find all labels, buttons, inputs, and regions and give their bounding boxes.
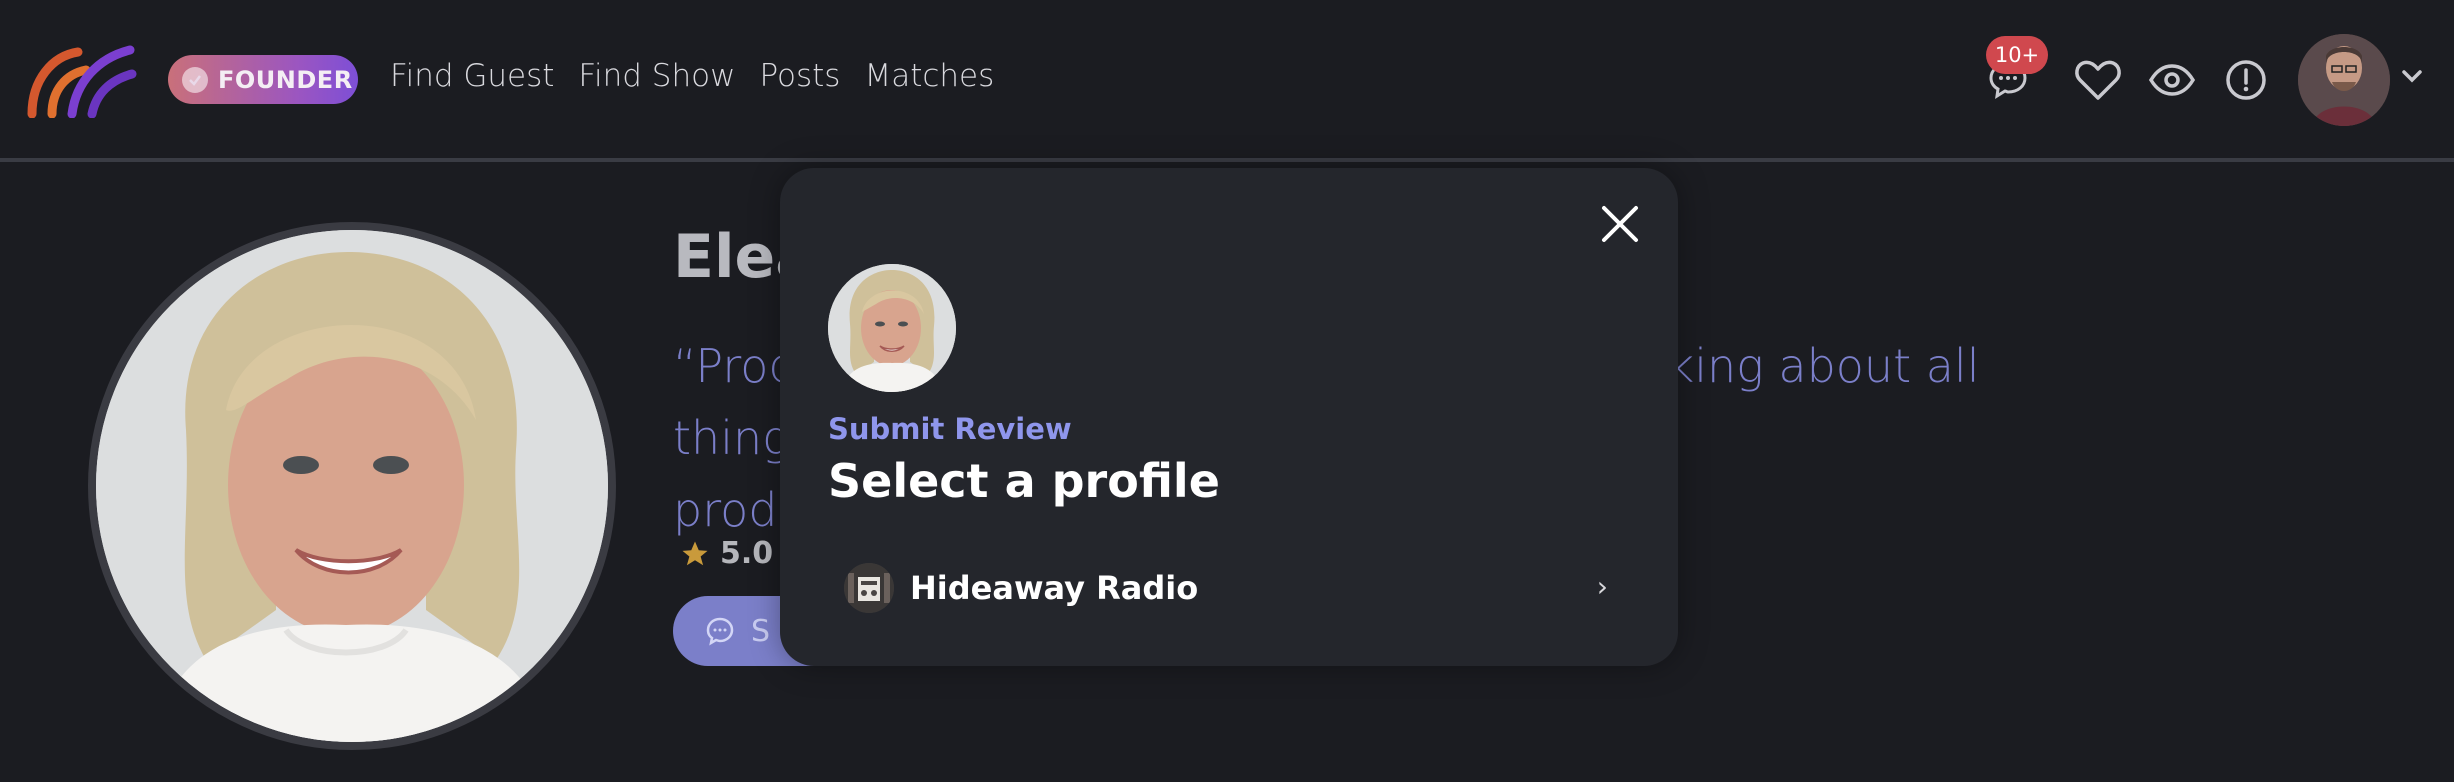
nav-matches[interactable]: Matches xyxy=(864,58,994,94)
alert-icon xyxy=(2226,60,2266,100)
profile-quote-line2: prod xyxy=(673,483,778,537)
send-message-label: S xyxy=(751,613,771,649)
modal-title: Select a profile xyxy=(828,454,1220,508)
check-icon xyxy=(182,66,208,93)
profile-option-thumbnail xyxy=(844,563,894,613)
eye-icon xyxy=(2149,64,2195,96)
radio-logo-icon xyxy=(844,563,894,613)
reviewee-avatar-image xyxy=(828,264,956,392)
favorites-button[interactable] xyxy=(2074,56,2122,104)
chat-icon xyxy=(706,617,734,646)
star-icon xyxy=(682,541,708,565)
logo-icon[interactable] xyxy=(26,40,141,118)
profile-rating: 5.0 / xyxy=(680,536,793,571)
user-avatar-image xyxy=(2298,34,2390,126)
profile-photo xyxy=(88,222,616,750)
nav-find-guest[interactable]: Find Guest xyxy=(390,58,554,94)
founder-badge: FOUNDER xyxy=(168,55,358,104)
nav-posts[interactable]: Posts xyxy=(759,58,840,94)
user-avatar[interactable] xyxy=(2298,34,2390,126)
profile-option-label: Hideaway Radio xyxy=(910,569,1199,607)
messages-count-badge: 10+ xyxy=(1986,36,2048,74)
close-icon[interactable] xyxy=(1598,202,1642,246)
nav-find-show[interactable]: Find Show xyxy=(578,58,735,94)
reviewee-avatar xyxy=(828,264,956,392)
profile-photo-image xyxy=(96,230,608,742)
profile-quote-line1: “Prod xyxy=(673,339,798,393)
modal-eyebrow: Submit Review xyxy=(828,412,1072,446)
top-navigation-bar: FOUNDER Find Guest Find Show Posts Match… xyxy=(0,0,2454,162)
views-button[interactable] xyxy=(2148,56,2196,104)
main-nav: Find Guest Find Show Posts Matches xyxy=(390,58,994,94)
alerts-button[interactable] xyxy=(2222,56,2270,104)
rating-value: 5.0 xyxy=(720,536,774,571)
select-profile-modal: Submit Review Select a profile Hideaway … xyxy=(780,168,1678,666)
heart-icon xyxy=(2075,60,2121,100)
chevron-down-icon[interactable] xyxy=(2400,68,2424,84)
chevron-right-icon: › xyxy=(1596,570,1608,603)
profile-option-hideaway-radio[interactable]: Hideaway Radio › xyxy=(828,552,1630,624)
founder-badge-label: FOUNDER xyxy=(218,65,353,94)
